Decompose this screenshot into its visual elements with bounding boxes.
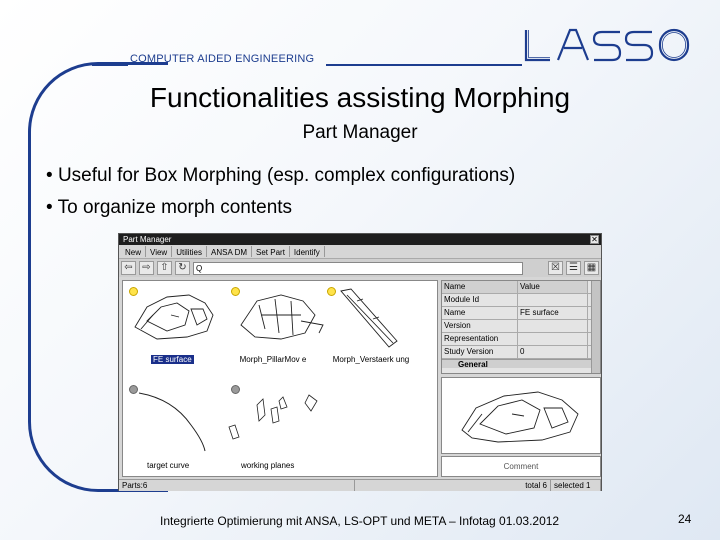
car-body-preview-image: [461, 391, 579, 443]
menu-identify[interactable]: Identify: [290, 246, 325, 257]
property-value[interactable]: [518, 294, 588, 306]
table-row[interactable]: Study Version 0: [442, 346, 600, 359]
clear-search-icon[interactable]: ☒: [548, 261, 563, 275]
property-value[interactable]: FE surface: [518, 307, 588, 319]
close-icon[interactable]: ✕: [590, 235, 599, 244]
up-icon[interactable]: ⇧: [157, 261, 172, 275]
bullet-item: Useful for Box Morphing (esp. complex co…: [46, 160, 515, 192]
menu-utilities[interactable]: Utilities: [172, 246, 207, 257]
search-input[interactable]: Q: [193, 261, 523, 275]
property-name: Name: [442, 307, 518, 319]
property-name: Representation: [442, 333, 518, 345]
menu-new[interactable]: New: [121, 246, 147, 257]
menu-set-part[interactable]: Set Part: [252, 246, 290, 257]
property-name: Study Version: [442, 346, 518, 358]
part-thumbnail-target-curve[interactable]: [133, 389, 223, 455]
part-manager-window: Part Manager ✕ New View Utilities ANSA D…: [118, 233, 602, 491]
menu-ansa-dm[interactable]: ANSA DM: [207, 246, 253, 257]
bullet-item: To organize morph contents: [46, 192, 515, 224]
property-value[interactable]: [518, 320, 588, 332]
header-rule-left: [92, 64, 128, 66]
header-rule-right: [326, 64, 522, 66]
menu-bar: New View Utilities ANSA DM Set Part Iden…: [119, 245, 601, 259]
part-label[interactable]: target curve: [147, 461, 189, 470]
icon-view-icon[interactable]: ▦: [584, 261, 599, 275]
part-label[interactable]: FE surface: [151, 355, 194, 364]
forward-icon[interactable]: ⇨: [139, 261, 154, 275]
table-row[interactable]: Module Id: [442, 294, 600, 307]
column-header-name[interactable]: Name: [442, 281, 518, 293]
status-selected: selected 1: [551, 480, 601, 491]
menu-view[interactable]: View: [146, 246, 173, 257]
property-name: Version: [442, 320, 518, 332]
window-titlebar: Part Manager ✕: [119, 234, 601, 245]
table-header-row: Name Value: [442, 281, 600, 294]
table-row[interactable]: Version: [442, 320, 600, 333]
part-thumbnail-fe-surface[interactable]: [127, 285, 223, 349]
group-header-general[interactable]: General: [442, 359, 600, 369]
section-label: COMPUTER AIDED ENGINEERING: [130, 53, 315, 65]
property-value[interactable]: 0: [518, 346, 588, 358]
bullet-list: Useful for Box Morphing (esp. complex co…: [46, 160, 516, 224]
property-value[interactable]: [518, 333, 588, 345]
part-label[interactable]: working planes: [241, 461, 294, 470]
slide-title: Functionalities assisting Morphing: [149, 82, 571, 113]
toolbar: ⇦ ⇨ ⇧ ↻ Q ☒ ☰ ▦: [119, 259, 601, 277]
table-row[interactable]: Name FE surface: [442, 307, 600, 320]
parts-view: FE surface Morph_PillarMov e Morph_Verst…: [122, 280, 438, 477]
slide-subtitle: Part Manager: [302, 122, 418, 143]
part-label[interactable]: Morph_Verstaerk ung: [331, 355, 411, 364]
properties-pane: Name Value Module Id Name FE surface Ver…: [441, 280, 601, 477]
status-parts: Parts:6: [119, 480, 355, 491]
footer-text: Integrierte Optimierung mit ANSA, LS-OPT…: [160, 514, 560, 528]
comment-field[interactable]: Comment: [441, 456, 601, 477]
column-header-value[interactable]: Value: [518, 281, 588, 293]
table-row[interactable]: Representation: [442, 333, 600, 346]
property-name: Module Id: [442, 294, 518, 306]
part-thumbnail-pillar[interactable]: [231, 285, 327, 349]
lasso-logo: [524, 28, 690, 62]
part-thumbnail-working-planes[interactable]: [227, 391, 327, 451]
back-icon[interactable]: ⇦: [121, 261, 136, 275]
status-bar: Parts:6 total 6 selected 1: [119, 479, 601, 491]
refresh-icon[interactable]: ↻: [175, 261, 190, 275]
part-label[interactable]: Morph_PillarMov e: [235, 355, 311, 364]
list-view-icon[interactable]: ☰: [566, 261, 581, 275]
properties-table: Name Value Module Id Name FE surface Ver…: [441, 280, 601, 374]
window-title: Part Manager: [123, 235, 172, 244]
vertical-scrollbar[interactable]: [591, 281, 600, 373]
page-number: 24: [678, 512, 692, 526]
part-thumbnail-verstaerkung[interactable]: [333, 285, 413, 351]
part-preview: [441, 377, 601, 454]
status-total: total 6: [522, 480, 551, 491]
